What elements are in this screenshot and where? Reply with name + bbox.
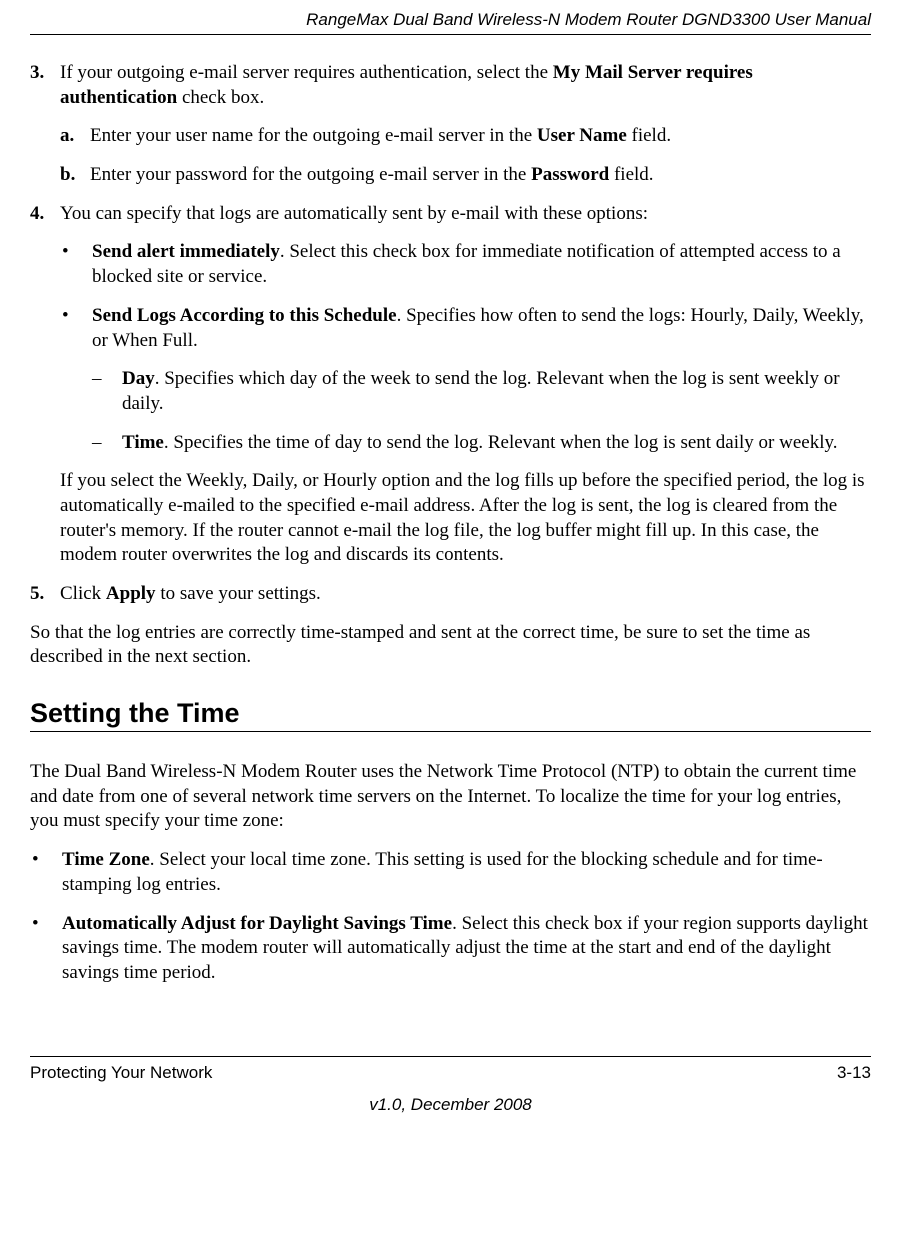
step-5: 5. Click Apply to save your settings.: [30, 582, 871, 607]
footer-section: Protecting Your Network: [30, 1063, 212, 1083]
bullet-time-zone: • Time Zone. Select your local time zone…: [30, 848, 871, 897]
step-4: 4. You can specify that logs are automat…: [30, 202, 871, 227]
bullet-send-alert: • Send alert immediately. Select this ch…: [30, 240, 871, 289]
page-header: RangeMax Dual Band Wireless-N Modem Rout…: [30, 10, 871, 35]
bullet-icon: •: [60, 304, 92, 353]
bullet-icon: •: [30, 912, 62, 986]
step-number: 3.: [30, 61, 60, 110]
bullet-icon: •: [30, 848, 62, 897]
step-body: Enter your password for the outgoing e-m…: [90, 163, 654, 188]
bullet-body: Send alert immediately. Select this chec…: [92, 240, 871, 289]
dash-body: Day. Specifies which day of the week to …: [122, 367, 871, 416]
step-number: 4.: [30, 202, 60, 227]
follow-on-paragraph: If you select the Weekly, Daily, or Hour…: [30, 469, 871, 568]
bullet-send-logs-schedule: • Send Logs According to this Schedule. …: [30, 304, 871, 353]
bullet-body: Automatically Adjust for Daylight Saving…: [62, 912, 871, 986]
dash-icon: –: [90, 431, 122, 456]
bullet-icon: •: [60, 240, 92, 289]
footer-page-number: 3-13: [837, 1063, 871, 1083]
document-page: RangeMax Dual Band Wireless-N Modem Rout…: [0, 0, 901, 1135]
page-footer: Protecting Your Network 3-13 v1.0, Decem…: [30, 1056, 871, 1115]
dash-icon: –: [90, 367, 122, 416]
step-3: 3. If your outgoing e-mail server requir…: [30, 61, 871, 110]
step-body: Enter your user name for the outgoing e-…: [90, 124, 671, 149]
bullet-body: Send Logs According to this Schedule. Sp…: [92, 304, 871, 353]
step-letter: b.: [60, 163, 90, 188]
section-heading: Setting the Time: [30, 698, 871, 732]
section-intro: The Dual Band Wireless-N Modem Router us…: [30, 760, 871, 834]
step-number: 5.: [30, 582, 60, 607]
dash-body: Time. Specifies the time of day to send …: [122, 431, 838, 456]
step-body: You can specify that logs are automatica…: [60, 202, 648, 227]
closing-paragraph: So that the log entries are correctly ti…: [30, 621, 871, 670]
footer-version: v1.0, December 2008: [30, 1095, 871, 1115]
bullet-dst: • Automatically Adjust for Daylight Savi…: [30, 912, 871, 986]
step-3b: b. Enter your password for the outgoing …: [30, 163, 871, 188]
dash-day: – Day. Specifies which day of the week t…: [30, 367, 871, 416]
bullet-body: Time Zone. Select your local time zone. …: [62, 848, 871, 897]
step-3a: a. Enter your user name for the outgoing…: [30, 124, 871, 149]
step-body: If your outgoing e-mail server requires …: [60, 61, 871, 110]
step-letter: a.: [60, 124, 90, 149]
step-body: Click Apply to save your settings.: [60, 582, 321, 607]
dash-time: – Time. Specifies the time of day to sen…: [30, 431, 871, 456]
